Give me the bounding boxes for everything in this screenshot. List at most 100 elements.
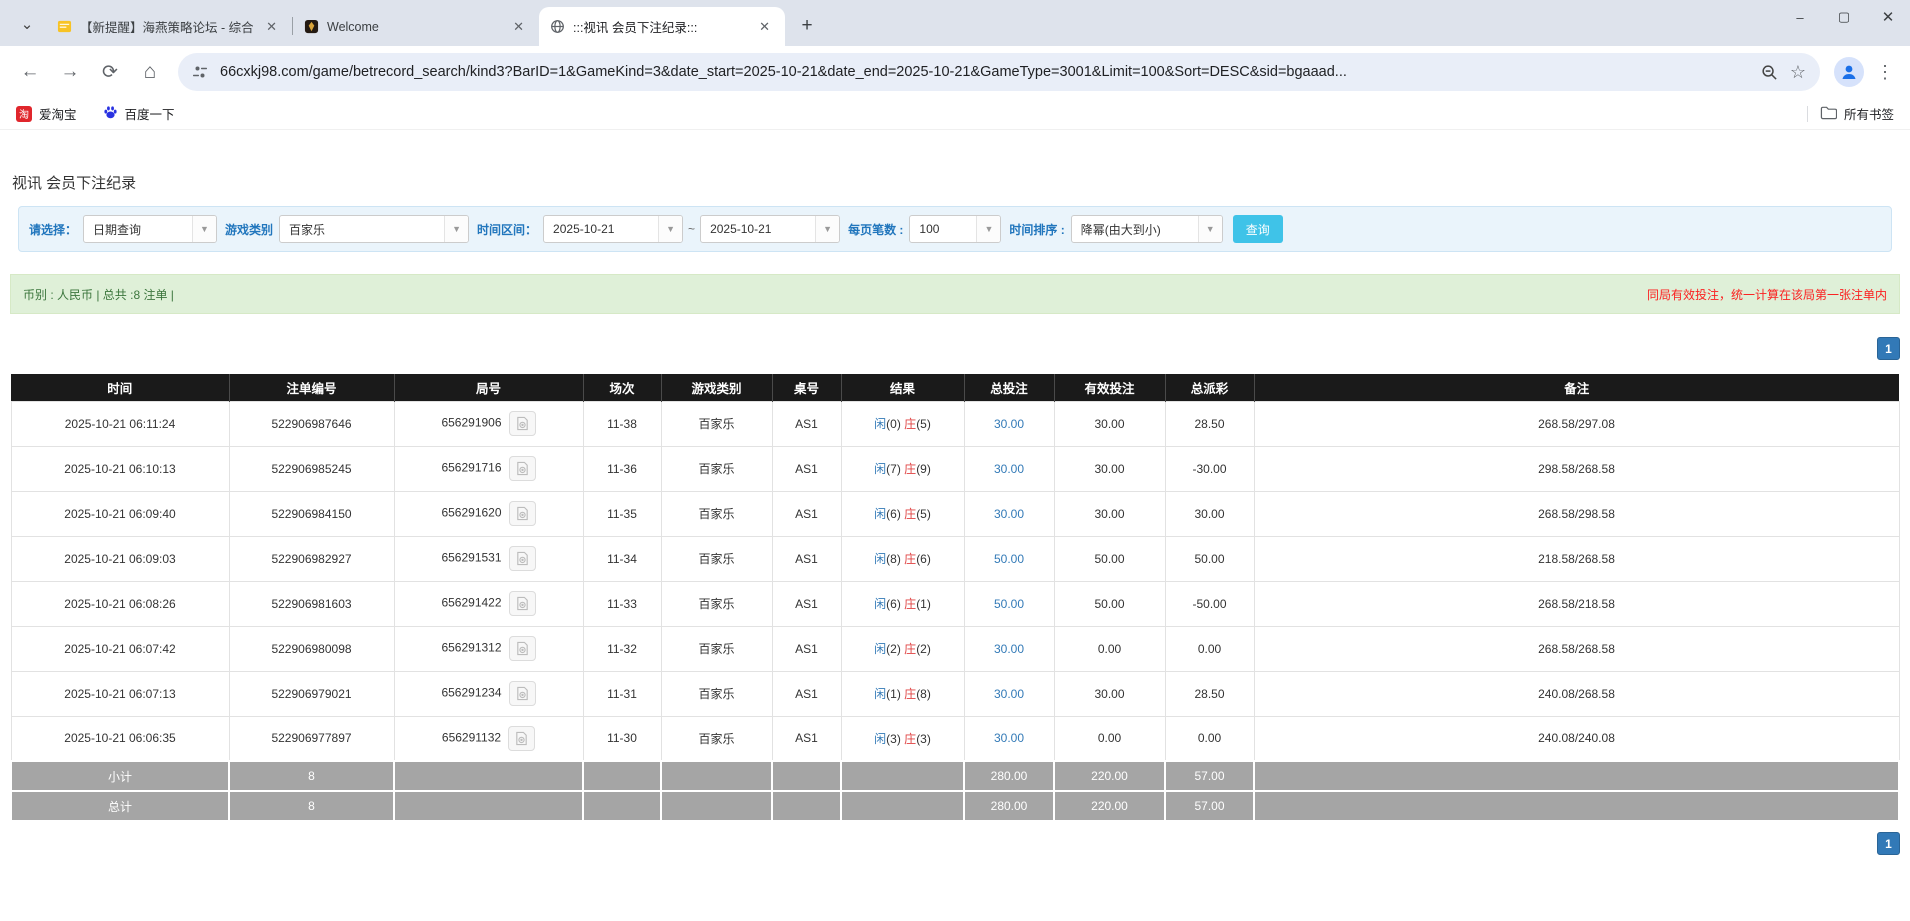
cell-table-no: AS1	[771, 535, 842, 582]
cell-session: 11-36	[582, 445, 662, 492]
cell-valid-bet: 50.00	[1053, 580, 1166, 627]
sort-select[interactable]: 降幂(由大到小) ▼	[1070, 215, 1223, 243]
player-result: 闲	[874, 507, 887, 521]
total-bet-link[interactable]: 30.00	[994, 462, 1024, 476]
video-replay-button[interactable]	[508, 456, 536, 481]
video-replay-button[interactable]	[508, 725, 536, 751]
per-page-select[interactable]: 100 ▼	[909, 215, 1002, 243]
cell-valid-bet: 30.00	[1053, 445, 1166, 492]
table-row: 2025-10-21 06:08:26 522906981603 656291422…	[10, 580, 1900, 627]
site-info-icon[interactable]	[192, 64, 208, 80]
window-controls: – ▢ ✕	[1778, 0, 1910, 34]
cell-result: 闲(1) 庄(8)	[840, 670, 965, 717]
reload-button[interactable]: ⟳	[92, 54, 128, 90]
browser-menu-button[interactable]: ⋮	[1870, 62, 1900, 83]
page-1-button[interactable]: 1	[1877, 337, 1900, 360]
cell-valid-bet: 0.00	[1053, 625, 1166, 672]
game-kind-value: 百家乐	[289, 222, 326, 237]
browser-tab-active[interactable]: :::视讯 会员下注纪录::: ✕	[539, 7, 785, 46]
video-replay-button[interactable]	[508, 501, 536, 526]
profile-avatar[interactable]	[1834, 57, 1864, 87]
cell-payout: -30.00	[1164, 445, 1255, 492]
video-replay-button[interactable]	[508, 546, 536, 571]
banker-result: 庄	[904, 552, 917, 566]
total-bet-link[interactable]: 30.00	[994, 507, 1024, 521]
tab-search-button[interactable]: ⌄	[12, 9, 42, 39]
video-file-icon	[515, 596, 530, 611]
date-end-select[interactable]: 2025-10-21 ▼	[700, 215, 841, 243]
cell-total-bet: 30.00	[963, 715, 1055, 762]
date-start-select[interactable]: 2025-10-21 ▼	[543, 215, 684, 243]
cell-round: 656291312	[393, 625, 584, 672]
subtotal-count: 8	[228, 760, 395, 792]
video-replay-button[interactable]	[508, 636, 536, 661]
column-header-1: 注单编号	[229, 374, 395, 401]
result-count: (1)	[886, 687, 901, 701]
total-bet-link[interactable]: 30.00	[994, 687, 1024, 701]
date-end-value: 2025-10-21	[710, 222, 772, 236]
reload-icon: ⟳	[102, 61, 118, 83]
cell-session: 11-30	[582, 715, 662, 762]
bookmark-star-icon[interactable]: ☆	[1790, 62, 1806, 83]
video-replay-button[interactable]	[508, 411, 536, 436]
video-replay-button[interactable]	[508, 591, 536, 616]
back-button[interactable]: ←	[12, 54, 48, 90]
cell-table-no: AS1	[771, 445, 842, 492]
result-count: (1)	[916, 597, 931, 611]
url-text[interactable]: 66cxkj98.com/game/betrecord_search/kind3…	[220, 64, 1749, 80]
total-bet-link[interactable]: 50.00	[994, 597, 1024, 611]
game-kind-label: 游戏类别	[225, 222, 274, 237]
three-dots-icon: ⋮	[1876, 61, 1894, 82]
forum-favicon-icon	[56, 19, 72, 35]
cell-bet-id: 522906982927	[228, 535, 395, 582]
video-file-icon	[515, 641, 530, 656]
minimize-button[interactable]: –	[1778, 0, 1822, 34]
close-icon[interactable]: ✕	[261, 17, 282, 37]
game-kind-select[interactable]: 百家乐 ▼	[279, 215, 470, 243]
maximize-button[interactable]: ▢	[1822, 0, 1866, 34]
cell-game-kind: 百家乐	[660, 535, 773, 582]
zoom-icon[interactable]	[1761, 64, 1778, 81]
subtotal-valid-bet: 220.00	[1053, 760, 1166, 792]
close-window-button[interactable]: ✕	[1866, 0, 1910, 34]
video-replay-button[interactable]	[508, 681, 536, 706]
close-icon[interactable]: ✕	[508, 17, 529, 37]
cell-payout: 50.00	[1164, 535, 1255, 582]
home-button[interactable]: ⌂	[132, 54, 168, 90]
total-bet-link[interactable]: 30.00	[994, 417, 1024, 431]
banker-result: 庄	[904, 507, 917, 521]
total-bet-link[interactable]: 30.00	[994, 642, 1024, 656]
browser-tab-2[interactable]: Welcome ✕	[293, 7, 539, 46]
total-bet-link[interactable]: 50.00	[994, 552, 1024, 566]
address-bar[interactable]: 66cxkj98.com/game/betrecord_search/kind3…	[178, 53, 1820, 91]
column-header-5: 桌号	[772, 374, 842, 401]
subtotal-total-bet: 280.00	[963, 760, 1055, 792]
new-tab-button[interactable]: +	[793, 12, 821, 40]
player-result: 闲	[874, 731, 887, 746]
search-button[interactable]: 查询	[1232, 215, 1283, 243]
browser-tab-1[interactable]: 【新提醒】海燕策略论坛 - 综合 ✕	[46, 7, 292, 46]
cell-result: 闲(3) 庄(3)	[840, 715, 965, 762]
bookmark-aitaobao[interactable]: 淘 爱淘宝	[16, 104, 77, 123]
close-icon[interactable]: ✕	[754, 17, 775, 37]
table-row: 2025-10-21 06:11:24 522906987646 656291906…	[10, 400, 1900, 447]
tab-title: 【新提醒】海燕策略论坛 - 综合	[80, 21, 254, 35]
cell-valid-bet: 30.00	[1053, 400, 1166, 447]
subtotal-label: 小计	[10, 760, 230, 792]
cell-bet-id: 522906979021	[228, 670, 395, 717]
bookmark-baidu[interactable]: 百度一下	[103, 104, 175, 123]
column-header-0: 时间	[11, 374, 230, 401]
pagination-bottom: 1	[10, 832, 1900, 855]
page-1-button[interactable]: 1	[1877, 832, 1900, 855]
forward-button[interactable]: →	[52, 54, 88, 90]
total-bet-link[interactable]: 30.00	[994, 731, 1024, 745]
all-bookmarks-button[interactable]: 所有书签	[1820, 104, 1894, 123]
cell-result: 闲(6) 庄(5)	[840, 490, 965, 537]
player-result: 闲	[874, 417, 887, 431]
video-file-icon	[515, 506, 530, 521]
currency-summary-text: 币别 : 人民币 | 总共 :8 注单 |	[23, 287, 174, 302]
result-count: (8)	[916, 687, 931, 701]
cell-time: 2025-10-21 06:08:26	[10, 580, 230, 627]
cell-total-bet: 30.00	[963, 490, 1055, 537]
query-type-select[interactable]: 日期查询 ▼	[83, 215, 218, 243]
